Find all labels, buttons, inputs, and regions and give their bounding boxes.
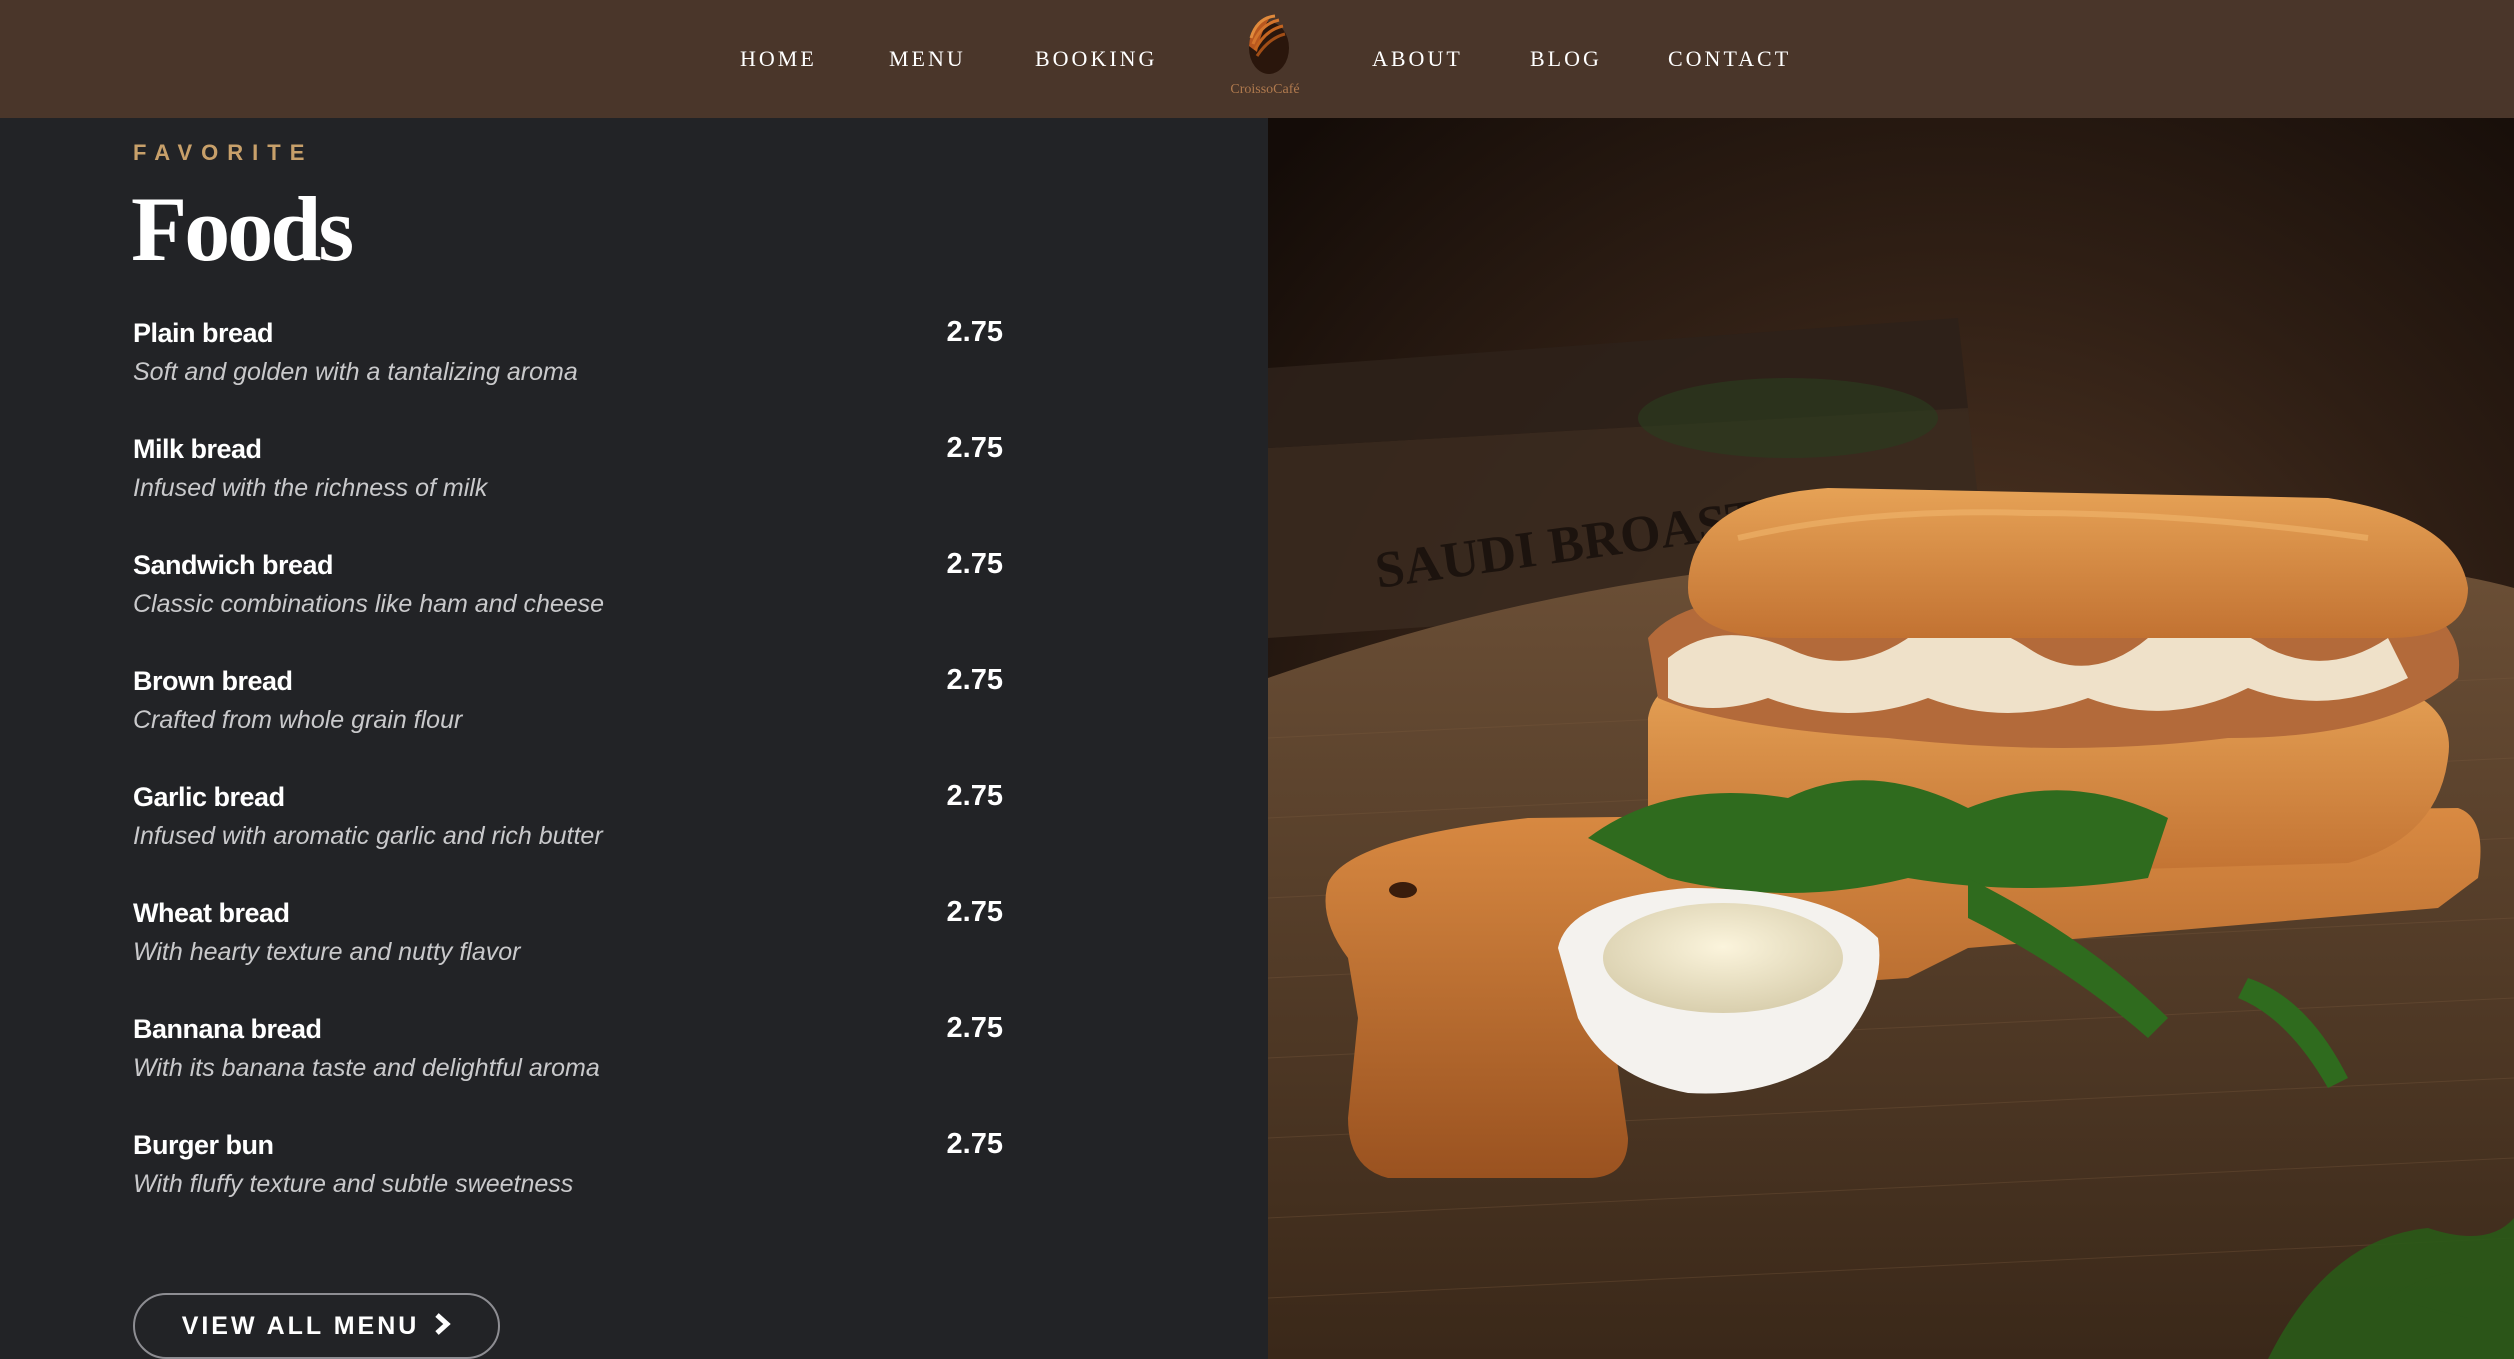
menu-item-price: 2.75 — [946, 896, 1003, 928]
menu-item-name: Sandwich bread — [133, 550, 334, 580]
menu-item-description: Soft and golden with a tantalizing aroma — [133, 358, 578, 386]
menu-item: Garlic bread Infused with aromatic garli… — [133, 780, 1003, 898]
nav-blog[interactable]: BLOG — [1530, 0, 1602, 118]
menu-item-description: With its banana taste and delightful aro… — [133, 1054, 600, 1082]
menu-item-price: 2.75 — [946, 316, 1003, 348]
view-all-menu-button[interactable]: VIEW ALL MENU — [133, 1293, 500, 1359]
menu-panel: FAVORITE Foods Plain bread Soft and gold… — [0, 118, 1268, 1359]
section-eyebrow: FAVORITE — [133, 140, 314, 165]
menu-item-name: Brown bread — [133, 666, 293, 696]
menu-item-description: With fluffy texture and subtle sweetness — [133, 1170, 574, 1198]
view-all-menu-label: VIEW ALL MENU — [181, 1311, 420, 1340]
nav-menu[interactable]: MENU — [889, 0, 966, 118]
menu-item-name: Garlic bread — [133, 782, 285, 812]
croissant-logo-icon — [1249, 14, 1289, 74]
menu-list: Plain bread Soft and golden with a tanta… — [133, 316, 1003, 1246]
menu-item: Brown bread Crafted from whole grain flo… — [133, 664, 1003, 782]
menu-item-description: Crafted from whole grain flour — [133, 706, 463, 734]
menu-item-price: 2.75 — [946, 664, 1003, 696]
menu-item: Wheat bread With hearty texture and nutt… — [133, 896, 1003, 1014]
menu-item-name: Burger bun — [133, 1130, 274, 1160]
menu-item-description: With hearty texture and nutty flavor — [133, 938, 521, 966]
nav-home[interactable]: HOME — [740, 0, 817, 118]
menu-item: Bannana bread With its banana taste and … — [133, 1012, 1003, 1130]
menu-item-price: 2.75 — [946, 1128, 1003, 1160]
menu-item-price: 2.75 — [946, 432, 1003, 464]
menu-item-price: 2.75 — [946, 780, 1003, 812]
menu-item: Sandwich bread Classic combinations like… — [133, 548, 1003, 666]
chevron-right-icon — [433, 1311, 452, 1342]
menu-item-description: Classic combinations like ham and cheese — [133, 590, 605, 618]
menu-item-description: Infused with aromatic garlic and rich bu… — [133, 822, 603, 850]
sandwich-photo: SAUDI BROASTED — [1268, 118, 2514, 1359]
top-navbar: HOME MENU BOOKING CroissoCafé ABOUT BLOG… — [0, 0, 2514, 118]
menu-item-name: Bannana bread — [133, 1014, 322, 1044]
menu-item-description: Infused with the richness of milk — [133, 474, 488, 502]
nav-about[interactable]: ABOUT — [1372, 0, 1463, 118]
menu-item-name: Milk bread — [133, 434, 262, 464]
menu-item-price: 2.75 — [946, 1012, 1003, 1044]
section-title: Foods — [131, 178, 354, 280]
brand-logo[interactable]: CroissoCafé — [1200, 8, 1330, 104]
nav-booking[interactable]: BOOKING — [1035, 0, 1157, 118]
menu-item: Milk bread Infused with the richness of … — [133, 432, 1003, 550]
menu-item: Burger bun With fluffy texture and subtl… — [133, 1128, 1003, 1246]
menu-item-name: Wheat bread — [133, 898, 290, 928]
menu-item-name: Plain bread — [133, 318, 274, 348]
nav-contact[interactable]: CONTACT — [1668, 0, 1791, 118]
menu-item-price: 2.75 — [946, 548, 1003, 580]
menu-item: Plain bread Soft and golden with a tanta… — [133, 316, 1003, 434]
brand-name: CroissoCafé — [1230, 82, 1300, 97]
